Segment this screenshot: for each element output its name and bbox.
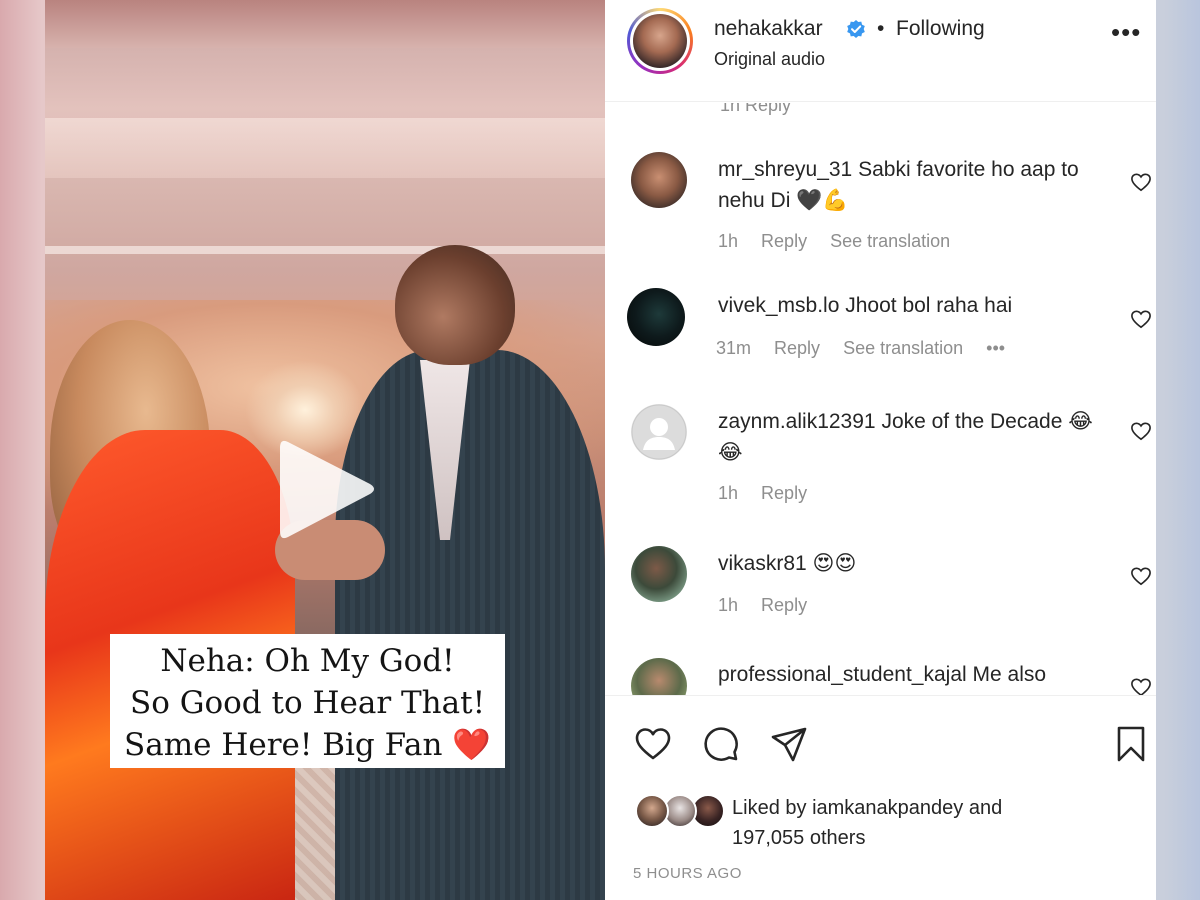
- more-options-icon[interactable]: •••: [1111, 19, 1141, 45]
- play-icon[interactable]: [270, 432, 380, 547]
- comment-username[interactable]: zaynm.alik12391: [718, 410, 876, 433]
- comment-time: 1h: [718, 231, 739, 251]
- comment-text: Jhoot bol raha hai: [845, 294, 1013, 317]
- heart-emoji: ❤️: [452, 727, 491, 763]
- default-user-icon: [631, 404, 687, 460]
- post-username[interactable]: nehakakkar: [714, 17, 823, 41]
- comment-avatar[interactable]: [627, 288, 685, 346]
- avatar-image: [633, 14, 687, 68]
- reel-video[interactable]: Neha: Oh My God! So Good to Hear That! S…: [45, 0, 605, 900]
- header-separator: •: [877, 17, 885, 40]
- caption-line: So Good to Hear That!: [129, 685, 486, 721]
- following-button[interactable]: Following: [896, 17, 985, 41]
- man-head: [395, 245, 515, 365]
- share-icon[interactable]: [769, 724, 809, 764]
- like-comment-heart-icon[interactable]: [1130, 421, 1152, 441]
- likes-summary: Liked by iamkanakpandey and 197,055 othe…: [732, 793, 1002, 853]
- ceiling-trim: [45, 246, 605, 254]
- comment-icon[interactable]: [701, 724, 741, 764]
- comment-time: 1h: [718, 595, 739, 615]
- like-heart-icon[interactable]: [633, 724, 673, 764]
- reply-button[interactable]: Reply: [761, 231, 807, 251]
- reply-button[interactable]: Reply: [761, 595, 807, 615]
- comment-body: mr_shreyu_31 Sabki favorite ho aap to ne…: [718, 154, 1108, 216]
- liked-by-label: Liked by: [732, 797, 807, 819]
- ceiling-light: [45, 118, 605, 178]
- comment-meta: 1h Reply: [718, 483, 825, 504]
- comment-meta: 1h Reply: [718, 595, 825, 616]
- comment-username[interactable]: mr_shreyu_31: [718, 158, 852, 181]
- liked-by-user[interactable]: iamkanakpandey: [812, 797, 963, 819]
- post-timestamp[interactable]: 5 HOURS AGO: [633, 865, 742, 882]
- reply-button[interactable]: Reply: [761, 483, 807, 503]
- like-comment-heart-icon[interactable]: [1130, 172, 1152, 192]
- comment-username[interactable]: professional_student_kajal: [718, 663, 967, 686]
- comment-avatar[interactable]: [631, 152, 687, 208]
- comment-body: zaynm.alik12391 Joke of the Decade 😂😂: [718, 406, 1108, 468]
- see-translation-button[interactable]: See translation: [830, 231, 950, 251]
- ceiling-band: [45, 0, 605, 48]
- caption-line: Neha: Oh My God!: [160, 643, 455, 679]
- comment-body: professional_student_kajal Me also: [718, 659, 1108, 690]
- comment-avatar[interactable]: [631, 658, 687, 695]
- likes-and: and: [968, 797, 1003, 819]
- comment-text: Me also: [972, 663, 1047, 686]
- post-panel: nehakakkar • Following Original audio ••…: [605, 0, 1156, 900]
- like-comment-heart-icon[interactable]: [1130, 677, 1152, 695]
- verified-badge-icon: [847, 20, 865, 38]
- likes-count[interactable]: 197,055 others: [732, 827, 865, 849]
- comment-username[interactable]: vivek_msb.lo: [718, 294, 839, 317]
- comment-avatar[interactable]: [631, 546, 687, 602]
- profile-avatar[interactable]: [627, 8, 693, 74]
- comment-more-icon[interactable]: •••: [986, 338, 1005, 358]
- comment-meta: 1h Reply See translation: [718, 231, 968, 252]
- comment-username[interactable]: vikaskr81: [718, 552, 807, 575]
- see-translation-button[interactable]: See translation: [843, 338, 963, 358]
- post-actions: Liked by iamkanakpandey and 197,055 othe…: [605, 695, 1156, 900]
- comment-time: 31m: [716, 338, 752, 358]
- caption-line: Same Here! Big Fan ❤️: [110, 724, 505, 766]
- video-caption: Neha: Oh My God! So Good to Hear That! S…: [110, 634, 505, 768]
- comment-body: vikaskr81 😍😍: [718, 548, 1108, 579]
- liked-by-avatars[interactable]: [635, 794, 725, 830]
- comment-time: 1h: [718, 483, 739, 503]
- reply-button[interactable]: Reply: [774, 338, 820, 358]
- caption-line-text: Same Here! Big Fan: [124, 727, 443, 763]
- post-header: nehakakkar • Following Original audio ••…: [605, 0, 1156, 102]
- bookmark-icon[interactable]: [1111, 724, 1151, 764]
- comment-text: 😍😍: [812, 552, 857, 575]
- like-comment-heart-icon[interactable]: [1130, 309, 1152, 329]
- comments-list[interactable]: 1h Reply mr_shreyu_31 Sabki favorite ho …: [605, 103, 1156, 695]
- comment-body: vivek_msb.lo Jhoot bol raha hai: [718, 290, 1108, 321]
- liker-avatar: [635, 794, 669, 828]
- comment-avatar[interactable]: [631, 404, 687, 460]
- original-audio-link[interactable]: Original audio: [714, 49, 825, 70]
- comment-meta: 31m Reply See translation •••: [716, 338, 1023, 359]
- partial-comment-meta: 1h Reply: [720, 103, 792, 115]
- like-comment-heart-icon[interactable]: [1130, 566, 1152, 586]
